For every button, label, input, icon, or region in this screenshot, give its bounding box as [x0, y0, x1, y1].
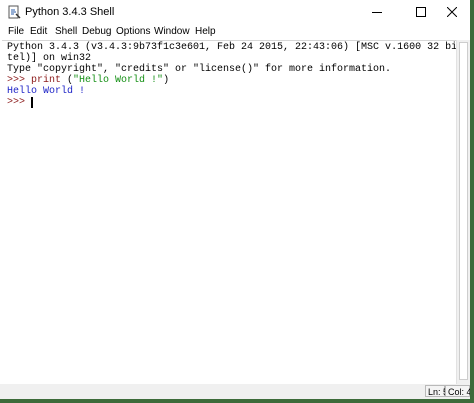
banner-line-1: Python 3.4.3 (v3.4.3:9b73f1c3e601, Feb 2…: [7, 42, 474, 53]
shell-text-area[interactable]: Python 3.4.3 (v3.4.3:9b73f1c3e601, Feb 2…: [2, 40, 474, 385]
menu-options[interactable]: Options: [116, 26, 150, 38]
minimize-button[interactable]: [359, 0, 395, 24]
current-input-line[interactable]: >>>: [7, 97, 31, 108]
command-string: "Hello World !": [73, 75, 164, 86]
title-bar[interactable]: Python 3.4.3 Shell: [0, 0, 470, 24]
close-icon: [447, 7, 457, 17]
column-number-status: Col: 4: [445, 385, 472, 397]
command-line: >>> print ("Hello World !"): [7, 75, 169, 86]
maximize-icon: [416, 7, 426, 17]
prompt-final: >>>: [7, 97, 32, 108]
banner-line-2: tel)] on win32: [7, 53, 92, 64]
python-idle-icon: [7, 5, 21, 19]
menu-debug[interactable]: Debug: [82, 26, 111, 38]
desktop-background-edge-bottom: [0, 399, 474, 403]
print-keyword: print: [31, 75, 62, 86]
menu-help[interactable]: Help: [195, 26, 216, 38]
desktop-background-edge: [470, 0, 474, 403]
text-cursor: [31, 97, 33, 108]
menu-file[interactable]: File: [8, 26, 24, 38]
menu-bar: File Edit Shell Debug Options Window Hel…: [0, 24, 470, 40]
command-paren-open: (: [61, 75, 74, 86]
line-number-status: Ln: 5: [425, 385, 448, 397]
menu-shell[interactable]: Shell: [55, 26, 77, 38]
close-button[interactable]: [434, 0, 470, 24]
vertical-scrollbar[interactable]: [456, 40, 470, 384]
menu-edit[interactable]: Edit: [30, 26, 47, 38]
window-title: Python 3.4.3 Shell: [25, 6, 115, 18]
status-bar: Ln: 5 Col: 4: [0, 384, 472, 399]
scrollbar-thumb[interactable]: [459, 42, 468, 380]
idle-shell-window: Python 3.4.3 Shell File Edit Shell Debug…: [0, 0, 474, 403]
command-paren-close: ): [163, 75, 170, 86]
prompt: >>>: [7, 75, 32, 86]
minimize-icon: [372, 12, 382, 13]
output-line: Hello World !: [7, 86, 86, 97]
menu-window[interactable]: Window: [154, 26, 190, 38]
banner-line-3: Type "copyright", "credits" or "license(…: [7, 64, 392, 75]
